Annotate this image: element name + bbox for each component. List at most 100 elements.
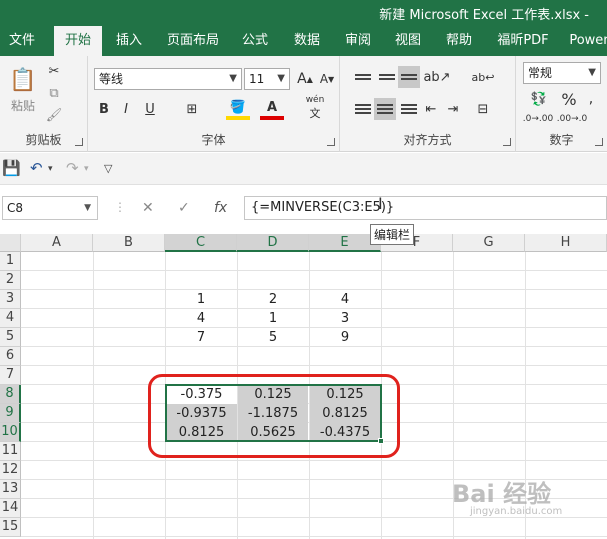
row-header-9[interactable]: 9 [0,404,21,423]
align-top-icon[interactable] [352,66,374,88]
name-box[interactable]: C8 ▼ [2,196,98,220]
cell-e4[interactable]: 3 [309,309,381,328]
column-header-c[interactable]: C [165,234,237,252]
copy-icon[interactable]: ⧉ [44,84,64,102]
tab-page-layout[interactable]: 页面布局 [160,26,226,56]
align-left-icon[interactable] [352,98,374,120]
font-launcher-icon[interactable] [327,138,335,146]
number-launcher-icon[interactable] [595,138,603,146]
row-header-15[interactable]: 15 [0,518,21,537]
tab-review[interactable]: 审阅 [335,26,381,56]
italic-button[interactable]: I [116,98,136,120]
row-header-4[interactable]: 4 [0,309,21,328]
tab-data[interactable]: 数据 [284,26,330,56]
row-header-13[interactable]: 13 [0,480,21,499]
row-header-2[interactable]: 2 [0,271,21,290]
select-all-corner[interactable] [0,234,21,252]
font-size-select[interactable]: 11 ▼ [244,68,290,90]
cell-c4[interactable]: 4 [165,309,237,328]
undo-icon[interactable]: ↶ [30,159,43,177]
row-header-12[interactable]: 12 [0,461,21,480]
column-header-b[interactable]: B [93,234,165,252]
watermark-url: jingyan.baidu.com [470,506,563,517]
row-header-3[interactable]: 3 [0,290,21,309]
column-header-h[interactable]: H [525,234,607,252]
underline-button[interactable]: U [140,98,160,120]
merge-center-icon[interactable]: ⊟ [470,98,496,120]
gridline [93,252,94,539]
tab-insert[interactable]: 插入 [106,26,152,56]
number-format-select[interactable]: 常规 ▼ [523,62,601,84]
tab-view[interactable]: 视图 [386,26,430,56]
quick-access-toolbar: 💾 ↶ ▾ ↷ ▾ ▽ [0,153,607,185]
cut-icon[interactable]: ✂ [44,62,64,80]
decrease-font-icon[interactable]: A ▼ [318,70,336,88]
row-header-6[interactable]: 6 [0,347,21,366]
formula-bar-row: C8 ▼ ⋮ ✕ ✓ fx {=MINVERSE(C3:E5)} [0,190,607,230]
gridline [21,270,607,271]
borders-icon[interactable]: ⊞ [180,98,204,120]
customize-qat-icon[interactable]: ▽ [104,162,112,175]
window-title: 新建 Microsoft Excel 工作表.xlsx - [379,8,589,23]
redo-dropdown-icon[interactable]: ▾ [84,164,89,174]
format-painter-icon[interactable]: 🖌 [44,106,64,124]
column-header-g[interactable]: G [453,234,525,252]
wrap-text-icon[interactable]: ab↩ [470,66,496,88]
enter-icon[interactable]: ✓ [178,200,190,216]
clipboard-group-label: 剪贴板 [25,133,62,147]
paste-button[interactable]: 📋 [8,62,38,98]
alignment-launcher-icon[interactable] [503,138,511,146]
cell-d4[interactable]: 1 [237,309,309,328]
cancel-icon[interactable]: ✕ [142,200,154,216]
gridline [21,460,607,461]
cell-c5[interactable]: 7 [165,328,237,347]
increase-font-icon[interactable]: A ▲ [296,70,314,88]
clipboard-launcher-icon[interactable] [75,138,83,146]
phonetic-icon[interactable]: wén 文 [300,95,330,120]
tab-power[interactable]: Power [566,26,607,56]
tab-help[interactable]: 帮助 [436,26,482,56]
fill-color-icon[interactable]: 🪣 [226,98,250,120]
phonetic-label: wén [305,95,325,105]
cell-e5[interactable]: 9 [309,328,381,347]
column-header-d[interactable]: D [237,234,309,252]
cell-d3[interactable]: 2 [237,290,309,309]
insert-function-icon[interactable]: fx [214,200,227,216]
row-header-1[interactable]: 1 [0,252,21,271]
row-header-5[interactable]: 5 [0,328,21,347]
row-header-10[interactable]: 10 [0,423,21,442]
redo-icon[interactable]: ↷ [66,159,79,177]
tab-formulas[interactable]: 公式 [232,26,278,56]
align-middle-icon[interactable] [376,66,398,88]
orientation-icon[interactable]: ab↗ [423,66,450,88]
save-icon[interactable]: 💾 [2,159,21,177]
percent-button[interactable]: % [561,88,576,110]
row-header-8[interactable]: 8 [0,385,21,404]
bold-button[interactable]: B [94,98,114,120]
undo-dropdown-icon[interactable]: ▾ [48,164,53,174]
increase-decimal-icon[interactable]: .0→.00 [523,110,553,128]
tab-file[interactable]: 文件 [0,26,44,56]
column-header-a[interactable]: A [21,234,93,252]
decrease-decimal-icon[interactable]: .00→.0 [557,110,587,128]
comma-style-icon[interactable]: , [582,88,600,110]
row-header-11[interactable]: 11 [0,442,21,461]
row-header-14[interactable]: 14 [0,499,21,518]
tab-foxit-pdf[interactable]: 福昕PDF [490,26,556,56]
tab-home[interactable]: 开始 [54,26,102,56]
formula-input[interactable]: {=MINVERSE(C3:E5)} [244,196,607,220]
row-header-7[interactable]: 7 [0,366,21,385]
align-center-icon[interactable] [374,98,396,120]
font-color-icon[interactable]: A [260,98,284,120]
align-bottom-icon[interactable] [398,66,420,88]
cell-c3[interactable]: 1 [165,290,237,309]
worksheet-grid[interactable]: A B C D E F G H 1 2 3 4 5 6 7 8 9 10 11 … [0,234,607,539]
align-right-icon[interactable] [398,98,420,120]
currency-icon[interactable]: 💱 [524,88,554,110]
cell-d5[interactable]: 5 [237,328,309,347]
increase-indent-icon[interactable]: ⇥ [442,98,464,120]
font-name-select[interactable]: 等线 ▼ [94,68,242,90]
decrease-indent-icon[interactable]: ⇤ [420,98,442,120]
alignment-group: ab↗ ab↩ ⇤ ⇥ ⊟ 对齐方式 [340,56,516,152]
cell-e3[interactable]: 4 [309,290,381,309]
